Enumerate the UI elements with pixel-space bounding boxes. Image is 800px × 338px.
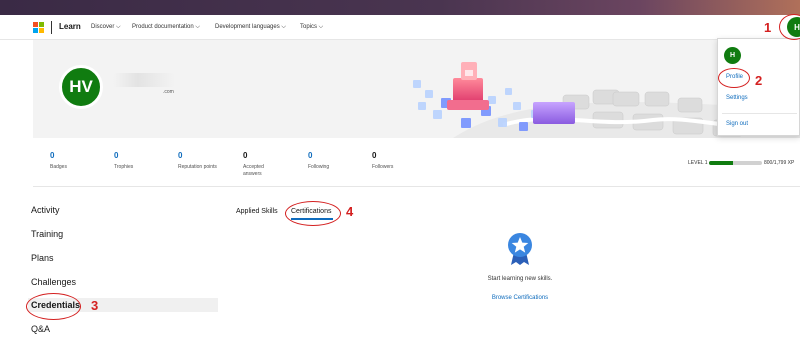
level-label: LEVEL 1 — [688, 160, 708, 166]
stat-label: Followers — [372, 164, 394, 170]
annotation-2: 2 — [755, 73, 763, 88]
microsoft-logo-icon[interactable] — [33, 22, 44, 33]
stat-trophies[interactable]: 0 Trophies — [114, 151, 174, 171]
nav-product-documentation[interactable]: Product documentation ⌵ — [132, 24, 200, 31]
profile-email-tail: .com — [163, 89, 174, 95]
stat-label: Trophies — [114, 164, 134, 170]
annotation-oval-4 — [285, 201, 341, 226]
stat-label: Accepted answers — [243, 164, 264, 177]
dropdown-avatar: H — [724, 47, 741, 64]
tab-applied-skills[interactable]: Applied Skills — [236, 208, 278, 215]
annotation-1: 1 — [764, 20, 772, 35]
leftnav-plans[interactable]: Plans — [31, 251, 54, 265]
certification-ribbon-icon — [508, 233, 532, 265]
xp-progress-bar — [709, 161, 762, 165]
stat-followers[interactable]: 0 Followers — [372, 151, 432, 171]
stat-value: 0 — [372, 151, 377, 160]
stat-value: 0 — [114, 151, 119, 160]
empty-state-title: Start learning new skills. — [487, 276, 553, 282]
banner-illustration — [413, 62, 800, 138]
page: Learn Discover ⌵ Product documentation ⌵… — [0, 0, 800, 338]
xp-progress-fill — [709, 161, 733, 165]
annotation-oval-3 — [26, 293, 81, 320]
nav-development-languages[interactable]: Development languages ⌵ — [215, 24, 286, 31]
stat-accepted-answers[interactable]: 0 Accepted answers — [243, 151, 275, 178]
annotation-4: 4 — [346, 204, 354, 219]
profile-name-redacted — [113, 73, 175, 87]
stat-value: 0 — [243, 151, 248, 160]
stat-value: 0 — [308, 151, 313, 160]
dropdown-signout-link[interactable]: Sign out — [726, 121, 748, 127]
top-banner-strip — [0, 0, 800, 15]
nav-discover[interactable]: Discover ⌵ — [91, 24, 121, 31]
nav-topics[interactable]: Topics ⌵ — [300, 24, 323, 31]
dropdown-settings-link[interactable]: Settings — [726, 95, 748, 101]
stat-label: Badges — [50, 164, 67, 170]
dropdown-divider — [722, 113, 797, 114]
stat-reputation[interactable]: 0 Reputation points — [178, 151, 218, 171]
brand-learn[interactable]: Learn — [59, 22, 81, 31]
leftnav-challenges[interactable]: Challenges — [31, 275, 76, 289]
profile-avatar[interactable]: HV — [59, 65, 103, 109]
stat-value: 0 — [50, 151, 55, 160]
profile-banner: HV .com — [33, 40, 800, 138]
stat-value: 0 — [178, 151, 183, 160]
browse-certifications-link[interactable]: Browse Certifications — [420, 295, 620, 301]
leftnav-activity[interactable]: Activity — [31, 203, 60, 217]
stat-following[interactable]: 0 Following — [308, 151, 368, 171]
header-divider — [51, 21, 52, 34]
stat-label: Reputation points — [178, 164, 217, 170]
annotation-3: 3 — [91, 298, 99, 313]
stat-badges[interactable]: 0 Badges — [50, 151, 110, 171]
leftnav-training[interactable]: Training — [31, 227, 63, 241]
xp-text: 800/1,799 XP — [764, 160, 795, 166]
annotation-oval-2 — [718, 68, 750, 88]
stat-label: Following — [308, 164, 330, 170]
site-header: Learn Discover ⌵ Product documentation ⌵… — [0, 15, 800, 40]
profile-stats: 0 Badges 0 Trophies 0 Reputation points … — [33, 138, 800, 187]
leftnav-qa[interactable]: Q&A — [31, 322, 50, 336]
